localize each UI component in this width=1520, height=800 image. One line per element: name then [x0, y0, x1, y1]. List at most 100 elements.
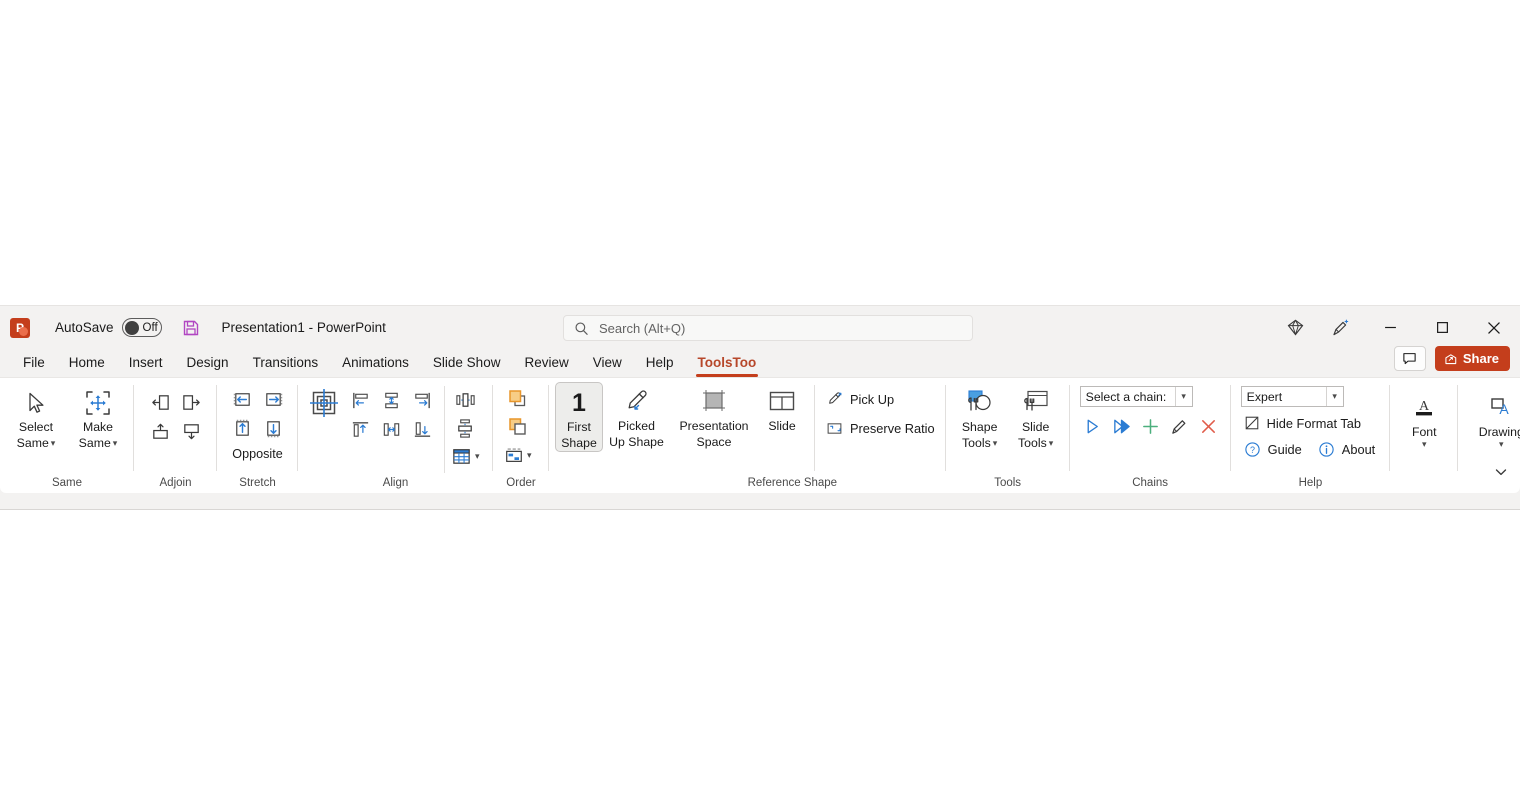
- tab-view[interactable]: View: [583, 353, 632, 374]
- group-label-same: Same: [51, 477, 83, 489]
- stretch-right-icon[interactable]: [259, 386, 287, 412]
- save-icon[interactable]: [182, 319, 200, 337]
- send-to-back-icon[interactable]: [504, 414, 532, 440]
- align-middle-icon[interactable]: [377, 387, 405, 413]
- chevron-down-icon[interactable]: ▾: [475, 451, 480, 461]
- tab-toolstoo[interactable]: ToolsToo: [688, 353, 767, 377]
- grid-table-icon: [453, 448, 470, 464]
- align-bottom-icon[interactable]: [408, 416, 436, 442]
- chevron-down-icon[interactable]: ▾: [113, 438, 118, 448]
- tab-file[interactable]: File: [13, 353, 55, 374]
- mode-select-combo[interactable]: Expert ▾: [1240, 386, 1344, 407]
- grid-table-button[interactable]: ▾: [451, 443, 485, 469]
- copilot-diamond-icon[interactable]: [1272, 310, 1318, 346]
- tab-transitions[interactable]: Transitions: [243, 353, 329, 374]
- shape-tools-button[interactable]: Shape Tools ▾: [952, 383, 1008, 451]
- maximize-button[interactable]: [1416, 306, 1468, 349]
- guide-label: Guide: [1267, 441, 1302, 457]
- tab-home[interactable]: Home: [59, 353, 115, 374]
- font-button[interactable]: A Font ▾: [1402, 388, 1446, 449]
- share-label: Share: [1462, 351, 1499, 366]
- autosave-state: Off: [142, 321, 158, 334]
- presentation-space-button[interactable]: Presentation Space: [670, 382, 758, 450]
- tab-slide-show[interactable]: Slide Show: [423, 353, 511, 374]
- chevron-down-icon: [1495, 469, 1507, 476]
- powerpoint-logo-icon: P: [10, 317, 30, 338]
- adjoin-right-icon[interactable]: [177, 389, 205, 415]
- ribbon-group-same: Select Same ▾ Make Same ▾ Same: [0, 378, 134, 493]
- about-label: About: [1341, 441, 1376, 457]
- chevron-down-icon[interactable]: ▾: [1325, 387, 1343, 406]
- ink-pen-icon[interactable]: [1318, 310, 1364, 346]
- share-button[interactable]: Share: [1434, 346, 1510, 371]
- search-input[interactable]: Search (Alt+Q): [563, 315, 973, 341]
- ribbon-tab-strip: File Home Insert Design Transitions Anim…: [0, 346, 1520, 377]
- autosave-toggle[interactable]: Off: [121, 318, 162, 337]
- minimize-button[interactable]: [1364, 306, 1416, 349]
- stretch-down-icon[interactable]: [259, 415, 287, 441]
- pick-up-button[interactable]: Pick Up: [823, 386, 940, 412]
- slide-tools-button[interactable]: Slide Tools ▾: [1008, 383, 1064, 451]
- first-shape-button[interactable]: 1 First Shape: [555, 382, 603, 452]
- slide-button[interactable]: Slide: [758, 382, 806, 434]
- stretch-left-icon[interactable]: [228, 386, 256, 412]
- reference-separator: [814, 385, 815, 471]
- distribute-horizontal-icon[interactable]: [451, 387, 479, 413]
- svg-text:?: ?: [1250, 444, 1255, 454]
- align-right-icon[interactable]: [408, 387, 436, 413]
- ribbon-group-stretch: Opposite Stretch: [217, 378, 298, 493]
- hide-format-tab-icon: [1245, 416, 1258, 430]
- chevron-down-icon[interactable]: ▾: [527, 450, 532, 460]
- picked-up-shape-button[interactable]: Picked Up Shape: [603, 382, 670, 450]
- adjoin-up-icon[interactable]: [146, 418, 174, 444]
- selection-pane-button[interactable]: ▾: [504, 442, 538, 468]
- chevron-down-icon[interactable]: ▾: [1049, 438, 1054, 448]
- add-chain-icon[interactable]: [1138, 414, 1163, 438]
- edit-chain-icon[interactable]: [1167, 414, 1192, 438]
- tab-review[interactable]: Review: [514, 353, 578, 374]
- tab-design[interactable]: Design: [177, 353, 239, 374]
- stretch-opposite-label[interactable]: Opposite: [232, 447, 282, 461]
- comments-button[interactable]: [1393, 346, 1426, 371]
- eyedropper-icon: [623, 386, 651, 418]
- select-same-button[interactable]: Select Same ▾: [5, 383, 67, 451]
- make-same-line1: Make: [82, 420, 114, 434]
- shape-tools-line2: Tools: [962, 436, 991, 450]
- align-center-icon[interactable]: [377, 416, 405, 442]
- tab-insert[interactable]: Insert: [119, 353, 173, 374]
- tab-help[interactable]: Help: [636, 353, 684, 374]
- align-left-icon[interactable]: [346, 387, 374, 413]
- close-button[interactable]: [1468, 306, 1520, 349]
- slide-line1: Slide: [768, 419, 796, 433]
- run-chain-icon[interactable]: [1080, 414, 1105, 438]
- make-same-button[interactable]: Make Same ▾: [67, 383, 129, 451]
- drawing-button[interactable]: A Drawing ▾: [1470, 388, 1520, 449]
- run-all-chains-icon[interactable]: [1109, 414, 1134, 438]
- svg-text:A: A: [1500, 401, 1510, 417]
- distribute-vertical-icon[interactable]: [451, 415, 479, 441]
- adjoin-down-icon[interactable]: [177, 418, 205, 444]
- chevron-down-icon[interactable]: ▾: [1174, 387, 1192, 406]
- adjoin-left-icon[interactable]: [146, 389, 174, 415]
- chevron-down-icon[interactable]: ▾: [993, 438, 998, 448]
- guide-button[interactable]: ? Guide: [1241, 436, 1307, 462]
- chevron-down-icon[interactable]: ▾: [1499, 440, 1504, 449]
- hide-format-tab-label: Hide Format Tab: [1266, 415, 1361, 431]
- search-icon: [575, 321, 588, 335]
- about-button[interactable]: About: [1315, 436, 1380, 462]
- slide-tools-line1: Slide: [1021, 420, 1050, 434]
- delete-chain-icon[interactable]: [1196, 414, 1221, 438]
- group-label-order: Order: [506, 477, 536, 489]
- tab-animations[interactable]: Animations: [332, 353, 419, 374]
- chain-select-combo[interactable]: Select a chain: ▾: [1079, 386, 1193, 407]
- bring-to-front-icon[interactable]: [504, 386, 532, 412]
- chevron-down-icon[interactable]: ▾: [1422, 440, 1427, 449]
- stretch-up-icon[interactable]: [228, 415, 256, 441]
- collapse-ribbon-button[interactable]: [1490, 461, 1512, 483]
- align-top-icon[interactable]: [346, 416, 374, 442]
- preserve-ratio-checkbox[interactable]: Preserve Ratio: [823, 415, 940, 441]
- search-placeholder: Search (Alt+Q): [599, 320, 686, 336]
- align-center-target-icon[interactable]: [306, 384, 342, 422]
- hide-format-tab-checkbox[interactable]: Hide Format Tab: [1241, 410, 1366, 436]
- chevron-down-icon[interactable]: ▾: [51, 438, 56, 448]
